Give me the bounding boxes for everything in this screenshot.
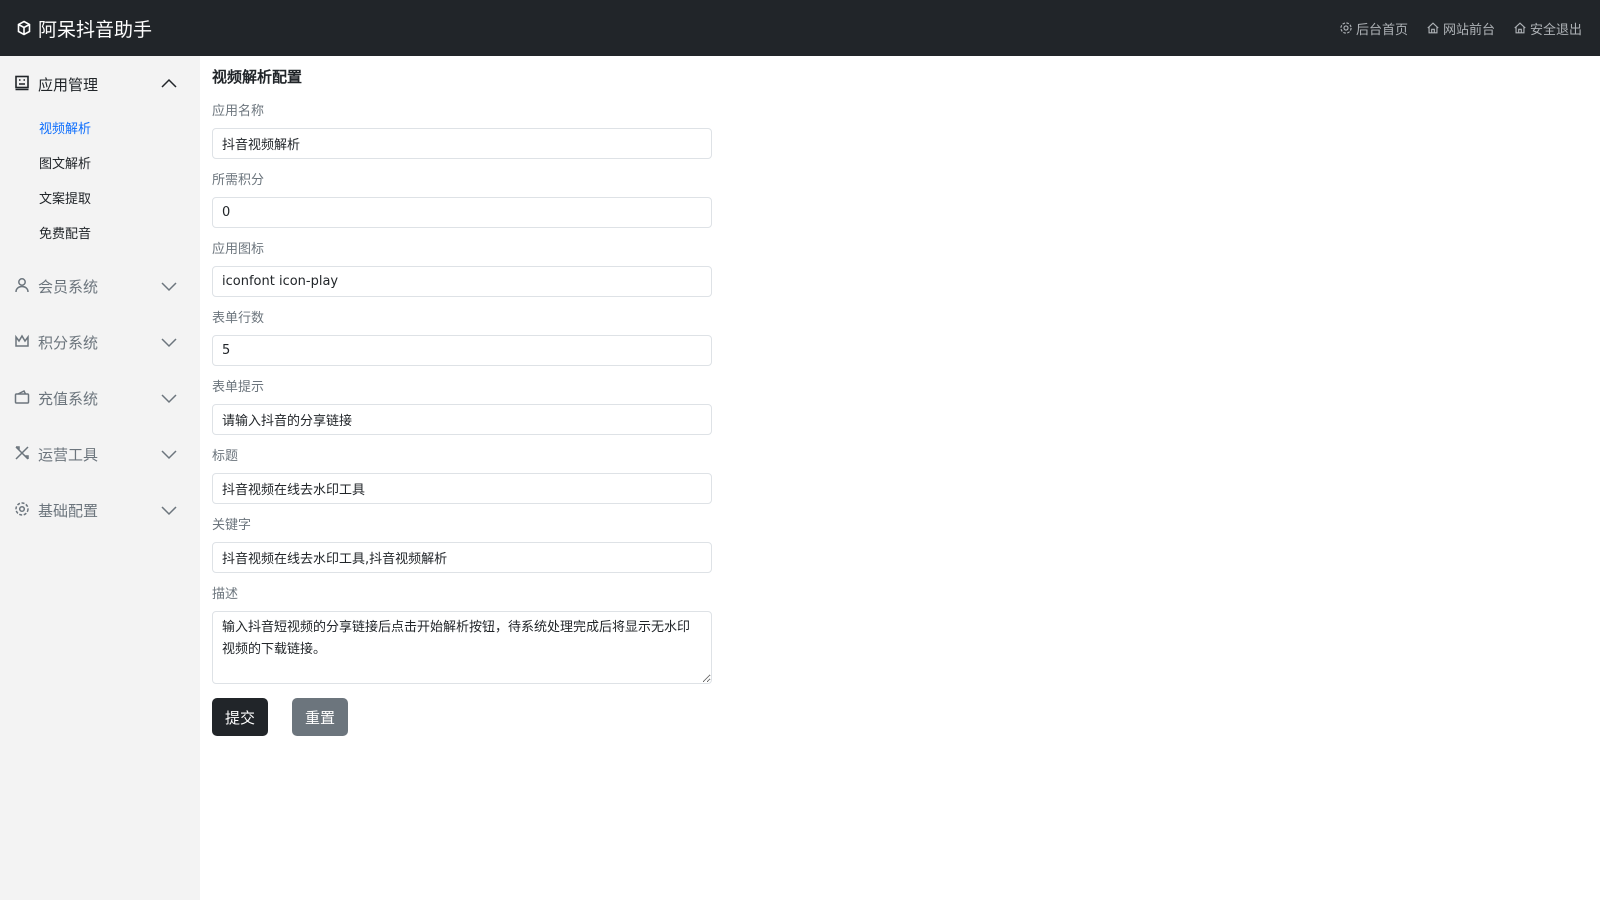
chevron-down-icon: [161, 394, 177, 404]
field-label: 所需积分: [212, 173, 265, 188]
top-bar: 阿呆抖音助手 后台首页 网站前台 安全退出: [0, 0, 1600, 56]
app-name-input[interactable]: [212, 128, 712, 159]
tools-icon: [14, 445, 32, 463]
field-label: 描述: [212, 587, 239, 602]
chevron-down-icon: [161, 282, 177, 292]
form-hint-input[interactable]: [212, 404, 712, 435]
sidebar: 应用管理 视频解析 图文解析 文案提取 免费配音 会员系统 积分系统 充值系统 …: [0, 56, 200, 900]
field-label: 应用名称: [212, 104, 265, 119]
field-label: 表单提示: [212, 380, 265, 395]
sidebar-group-points[interactable]: 积分系统: [0, 314, 200, 370]
points-input[interactable]: [212, 197, 712, 228]
field-label: 关键字: [212, 518, 252, 533]
field-label: 标题: [212, 449, 239, 464]
field-label: 应用图标: [212, 242, 265, 257]
gear-icon: [14, 501, 32, 519]
brand-name: 阿呆抖音助手: [38, 18, 153, 41]
sidebar-item-copy-extract[interactable]: 文案提取: [0, 182, 200, 217]
home-icon: [1427, 22, 1439, 34]
nav-frontend[interactable]: 网站前台: [1426, 19, 1495, 38]
form-rows-input[interactable]: [212, 335, 712, 366]
brand[interactable]: 阿呆抖音助手: [16, 15, 152, 42]
wallet-icon: [14, 389, 32, 407]
chevron-down-icon: [161, 338, 177, 348]
page-title: 视频解析配置: [212, 68, 303, 86]
field-label: 表单行数: [212, 311, 265, 326]
nav-logout[interactable]: 安全退出: [1513, 19, 1582, 38]
home-icon: [1514, 22, 1526, 34]
chevron-down-icon: [161, 450, 177, 460]
app-icon: [14, 75, 32, 93]
submit-button[interactable]: 提交: [212, 698, 269, 736]
sidebar-group-basic-config[interactable]: 基础配置: [0, 482, 200, 538]
gear-icon: [1340, 22, 1352, 34]
sidebar-group-recharge[interactable]: 充值系统: [0, 370, 200, 426]
sidebar-item-free-dubbing[interactable]: 免费配音: [0, 217, 200, 252]
keywords-input[interactable]: [212, 542, 712, 573]
app-icon-input[interactable]: [212, 266, 712, 297]
title-input[interactable]: [212, 473, 712, 504]
sidebar-group-app-management[interactable]: 应用管理: [0, 56, 200, 112]
crown-icon: [14, 333, 32, 351]
sidebar-item-image-parse[interactable]: 图文解析: [0, 147, 200, 182]
sidebar-item-video-parse[interactable]: 视频解析: [0, 112, 200, 147]
nav-admin-home[interactable]: 后台首页: [1339, 19, 1408, 38]
sidebar-group-members[interactable]: 会员系统: [0, 258, 200, 314]
chevron-down-icon: [161, 506, 177, 516]
reset-button[interactable]: 重置: [292, 698, 349, 736]
config-form: 视频解析配置 应用名称 所需积分 应用图标 表单行数 表单提示 标题 关键字 描…: [212, 64, 712, 736]
sidebar-group-operations[interactable]: 运营工具: [0, 426, 200, 482]
description-textarea[interactable]: 输入抖音短视频的分享链接后点击开始解析按钮，待系统处理完成后将显示无水印视频的下…: [212, 611, 712, 684]
chevron-up-icon: [161, 78, 177, 88]
user-icon: [14, 277, 32, 295]
cube-icon: [17, 20, 31, 36]
